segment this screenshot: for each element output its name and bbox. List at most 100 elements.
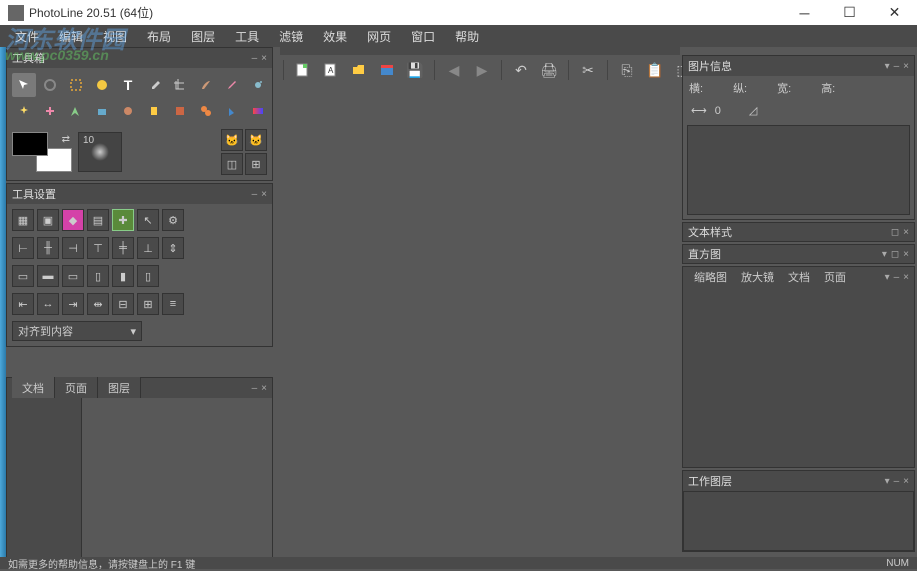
space-3[interactable]: ⇥ [62, 293, 84, 315]
work-layer-header[interactable]: 工作图层 ▾–× [683, 471, 914, 491]
marquee-tool[interactable] [64, 73, 88, 97]
new-doc-button[interactable] [291, 58, 315, 82]
chevron-down-icon[interactable]: ▾ [885, 476, 890, 487]
space-6[interactable]: ⊞ [137, 293, 159, 315]
menu-tool[interactable]: 工具 [225, 25, 269, 48]
bucket-tool[interactable] [220, 99, 244, 123]
toolbox-header[interactable]: 工具箱 – × [7, 48, 272, 68]
fg-bg-colors[interactable]: ⇄ [12, 132, 72, 172]
burn-tool[interactable] [116, 99, 140, 123]
close-icon[interactable]: × [903, 249, 909, 260]
doc-main-area[interactable] [82, 398, 272, 558]
text-tool[interactable]: T [116, 73, 140, 97]
pencil-tool[interactable] [220, 73, 244, 97]
align-hcenter[interactable]: ╫ [37, 237, 59, 259]
print-button[interactable]: 🖨 [537, 58, 561, 82]
dist-6[interactable]: ▯ [137, 265, 159, 287]
close-icon[interactable]: × [261, 53, 267, 64]
tab-magnifier[interactable]: 放大镜 [735, 267, 780, 287]
space-1[interactable]: ⇤ [12, 293, 34, 315]
tab-document[interactable]: 文档 [12, 377, 55, 399]
prev-button[interactable]: ◀ [442, 58, 466, 82]
minimize-icon[interactable]: – [894, 476, 900, 487]
align-left[interactable]: ⊢ [12, 237, 34, 259]
minimize-icon[interactable]: – [252, 383, 258, 394]
menu-help[interactable]: 帮助 [445, 25, 489, 48]
tab-layer[interactable]: 图层 [98, 377, 141, 399]
copy-button[interactable]: ⎘ [615, 58, 639, 82]
close-icon[interactable]: × [903, 272, 909, 283]
sparkle-tool[interactable] [38, 99, 62, 123]
close-button[interactable]: ✕ [872, 0, 917, 25]
text-style-panel[interactable]: 文本样式 ◻× [682, 222, 915, 242]
menu-file[interactable]: 文件 [5, 25, 49, 48]
stamp-tool[interactable] [142, 99, 166, 123]
calendar-button[interactable] [375, 58, 399, 82]
image-info-header[interactable]: 图片信息 ▾–× [683, 56, 914, 76]
mode-btn-7[interactable]: ⚙ [162, 209, 184, 231]
close-icon[interactable]: × [903, 476, 909, 487]
save-button[interactable]: 💾 [403, 58, 427, 82]
tool-settings-header[interactable]: 工具设置 –× [7, 184, 272, 204]
clone-tool[interactable] [194, 99, 218, 123]
menu-web[interactable]: 网页 [357, 25, 401, 48]
minimize-icon[interactable]: – [252, 189, 258, 200]
space-2[interactable]: ↔ [37, 293, 59, 315]
menu-view[interactable]: 视图 [93, 25, 137, 48]
menu-window[interactable]: 窗口 [401, 25, 445, 48]
menu-effect[interactable]: 效果 [313, 25, 357, 48]
undo-button[interactable]: ↶ [509, 58, 533, 82]
close-icon[interactable]: × [903, 227, 909, 238]
minimize-button[interactable]: ─ [782, 0, 827, 25]
next-button[interactable]: ▶ [470, 58, 494, 82]
chevron-down-icon[interactable]: ▾ [885, 272, 890, 283]
eyedropper-tool[interactable] [142, 73, 166, 97]
smudge-tool[interactable] [90, 99, 114, 123]
view-icon-2[interactable]: ⊞ [245, 153, 267, 175]
mode-btn-1[interactable]: ▦ [12, 209, 34, 231]
cat-icon-1[interactable]: 🐱 [221, 129, 243, 151]
gradient-tool[interactable] [246, 99, 270, 123]
lasso-tool[interactable] [38, 73, 62, 97]
wand-tool[interactable] [12, 99, 36, 123]
tab-thumbnail[interactable]: 缩略图 [688, 267, 733, 287]
foreground-color[interactable] [12, 132, 48, 156]
minimize-icon[interactable]: – [894, 61, 900, 72]
minimize-icon[interactable]: – [894, 272, 900, 283]
crop-tool[interactable] [168, 73, 192, 97]
close-icon[interactable]: × [261, 189, 267, 200]
chevron-down-icon[interactable]: ▾ [882, 249, 887, 260]
dist-2[interactable]: ▬ [37, 265, 59, 287]
dist-5[interactable]: ▮ [112, 265, 134, 287]
menu-layer[interactable]: 图层 [181, 25, 225, 48]
align-mode-dropdown[interactable]: 对齐到内容 ▾ [12, 321, 142, 341]
space-4[interactable]: ⇹ [87, 293, 109, 315]
chevron-down-icon[interactable]: ▾ [885, 61, 890, 72]
menu-layout[interactable]: 布局 [137, 25, 181, 48]
mode-btn-2[interactable]: ▣ [37, 209, 59, 231]
tab-page[interactable]: 页面 [818, 267, 852, 287]
pen-tool[interactable] [64, 99, 88, 123]
restore-icon[interactable]: ◻ [891, 227, 899, 238]
align-bottom[interactable]: ⊥ [137, 237, 159, 259]
tab-page[interactable]: 页面 [55, 377, 98, 399]
close-icon[interactable]: × [903, 61, 909, 72]
dist-1[interactable]: ▭ [12, 265, 34, 287]
patch-tool[interactable] [168, 99, 192, 123]
minimize-icon[interactable]: – [252, 53, 258, 64]
align-vcenter[interactable]: ╪ [112, 237, 134, 259]
cat-icon-2[interactable]: 🐱 [245, 129, 267, 151]
circle-tool[interactable] [90, 73, 114, 97]
tab-doc[interactable]: 文档 [782, 267, 816, 287]
menu-filter[interactable]: 滤镜 [269, 25, 313, 48]
brush-tool[interactable] [194, 73, 218, 97]
canvas-area[interactable] [280, 85, 680, 557]
paste-button[interactable]: 📋 [643, 58, 667, 82]
brush-preview[interactable]: 10 [78, 132, 122, 172]
mode-btn-3[interactable]: ◆ [62, 209, 84, 231]
swap-colors-icon[interactable]: ⇄ [62, 134, 70, 145]
mode-btn-6[interactable]: ↖ [137, 209, 159, 231]
cut-button[interactable]: ✂ [576, 58, 600, 82]
open-button[interactable] [347, 58, 371, 82]
dist-4[interactable]: ▯ [87, 265, 109, 287]
